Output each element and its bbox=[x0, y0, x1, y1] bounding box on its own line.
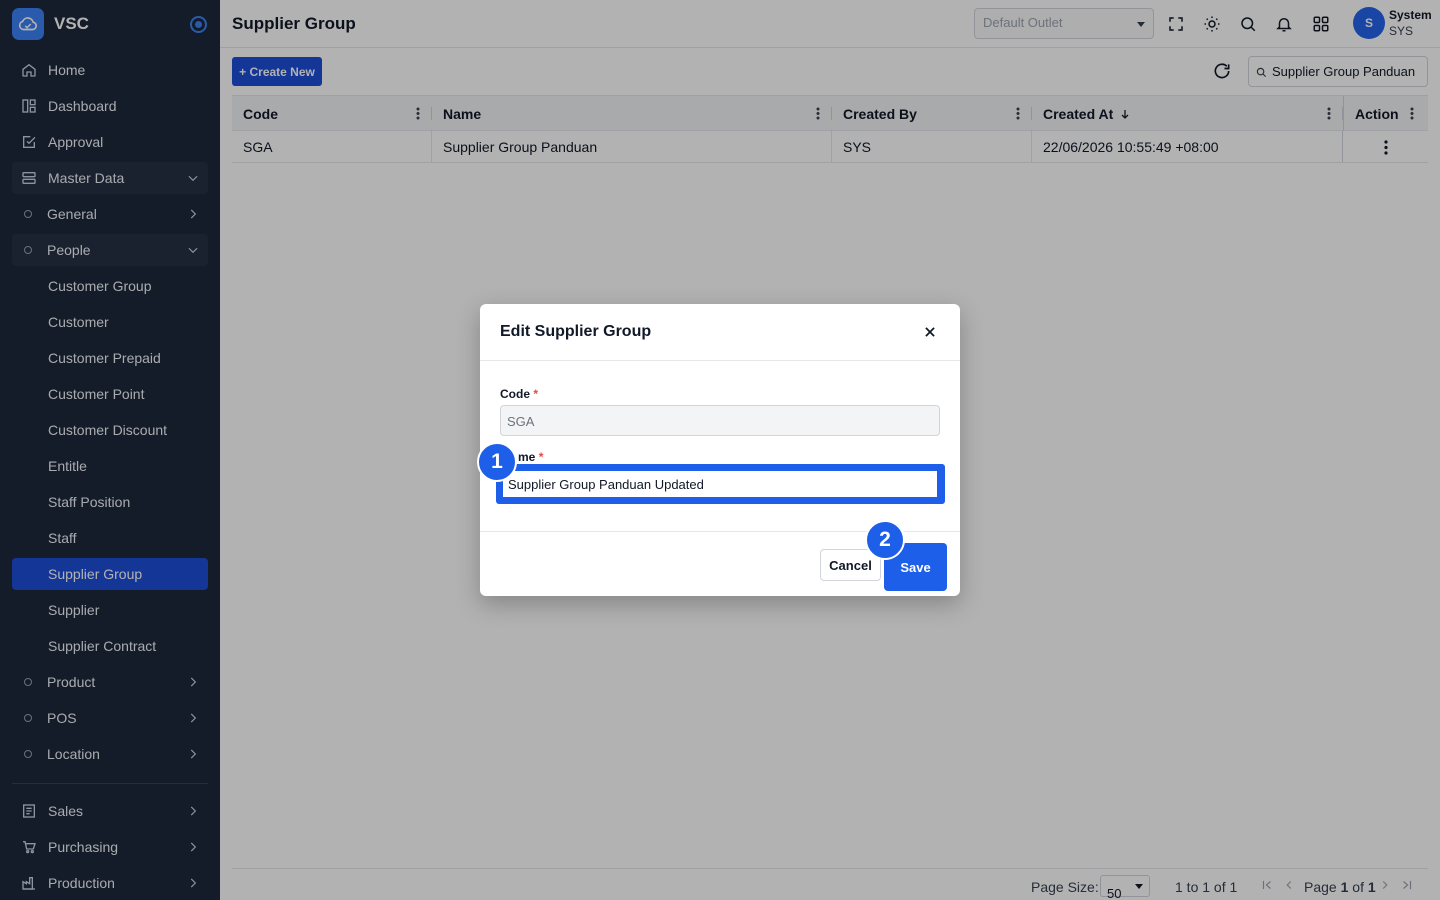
dialog-divider bbox=[480, 360, 960, 361]
required-mark: * bbox=[538, 450, 544, 464]
close-icon[interactable] bbox=[923, 325, 937, 339]
code-label-text: Code bbox=[500, 387, 530, 401]
code-field-label: Code * bbox=[500, 387, 538, 401]
step-badge-2: 2 bbox=[865, 520, 905, 560]
name-label-text: me bbox=[518, 450, 536, 464]
code-field-value: SGA bbox=[507, 414, 535, 429]
name-field-value: Supplier Group Panduan Updated bbox=[508, 477, 704, 492]
name-field[interactable]: Supplier Group Panduan Updated bbox=[502, 470, 938, 498]
step-badge-1: 1 bbox=[477, 442, 517, 482]
dialog-title: Edit Supplier Group bbox=[500, 323, 652, 340]
required-mark: * bbox=[533, 387, 539, 401]
name-field-label: me * bbox=[518, 450, 543, 464]
code-field: SGA bbox=[500, 405, 940, 436]
